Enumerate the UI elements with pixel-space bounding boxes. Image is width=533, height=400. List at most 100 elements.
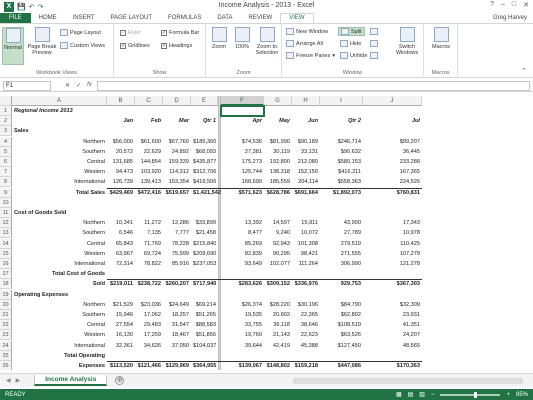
data-cell[interactable]: $1,421,542 [191, 188, 221, 198]
row-header[interactable]: 22 [0, 320, 12, 331]
unhide-button[interactable]: Unhide [340, 52, 367, 59]
row-header[interactable]: 17 [0, 269, 12, 280]
row-label-cell[interactable]: Northern [12, 300, 107, 310]
data-cell[interactable]: 33,755 [221, 320, 264, 330]
data-cell[interactable]: 98,421 [292, 249, 320, 259]
data-cell[interactable]: 6,546 [107, 228, 135, 238]
data-cell[interactable]: 15,946 [107, 310, 135, 320]
column-header-e[interactable]: E [191, 96, 218, 106]
data-cell[interactable]: $336,976 [292, 279, 320, 289]
data-cell[interactable] [292, 269, 320, 279]
data-cell[interactable]: $219,011 [107, 279, 135, 289]
data-cell[interactable]: 23,931 [363, 310, 422, 320]
page-break-status-icon[interactable]: ▥ [419, 391, 425, 398]
data-cell[interactable]: 11,272 [135, 218, 163, 228]
cancel-icon[interactable]: ✕ [65, 82, 70, 89]
data-cell[interactable]: $127,450 [320, 341, 363, 351]
normal-view-status-icon[interactable]: ▦ [396, 391, 402, 398]
formula-input[interactable] [96, 80, 530, 91]
horizontal-scrollbar[interactable] [293, 377, 523, 384]
data-cell[interactable] [264, 351, 292, 361]
data-cell[interactable] [163, 198, 191, 208]
row-header[interactable]: 19 [0, 289, 12, 300]
undo-icon[interactable]: ↶ [29, 3, 35, 11]
tab-home[interactable]: HOME [31, 13, 65, 23]
data-cell[interactable]: 19,760 [221, 330, 264, 340]
data-cell[interactable] [221, 290, 264, 300]
column-header-b[interactable]: B [107, 96, 135, 106]
data-cell[interactable]: $104,037 [191, 341, 218, 351]
column-header-c[interactable]: C [135, 96, 163, 106]
data-cell[interactable]: $61,600 [135, 137, 163, 147]
data-cell[interactable]: $209,690 [191, 249, 218, 259]
data-cell[interactable]: $429,469 [107, 188, 135, 198]
data-cell[interactable] [163, 269, 191, 279]
data-cell[interactable]: 65,843 [107, 239, 135, 249]
row-header[interactable]: 21 [0, 310, 12, 320]
data-cell[interactable] [135, 351, 163, 361]
data-cell[interactable] [191, 126, 218, 136]
data-cell[interactable] [320, 106, 363, 116]
data-cell[interactable] [221, 269, 264, 279]
data-cell[interactable]: $238,722 [135, 279, 163, 289]
data-cell[interactable] [107, 126, 135, 136]
data-cell[interactable]: 36,445 [363, 147, 422, 157]
data-cell[interactable]: 36,118 [264, 320, 292, 330]
data-cell[interactable]: $84,790 [320, 300, 363, 310]
data-cell[interactable]: 167,365 [363, 167, 422, 177]
formula-bar-checkbox[interactable]: ✓ Formula Bar [161, 30, 199, 36]
data-cell[interactable]: $419,506 [191, 177, 218, 187]
data-cell[interactable]: $237,053 [191, 259, 218, 269]
data-cell[interactable] [264, 106, 292, 116]
data-cell[interactable]: 212,080 [292, 157, 320, 167]
add-sheet-icon[interactable]: ⊕ [115, 376, 125, 385]
row-label-cell[interactable]: Sold [12, 279, 107, 289]
data-cell[interactable] [292, 106, 320, 116]
data-cell[interactable] [221, 126, 264, 136]
data-cell[interactable]: 29,483 [135, 320, 163, 330]
row-header[interactable]: 13 [0, 228, 12, 239]
data-cell[interactable]: $121,466 [135, 361, 163, 370]
data-cell[interactable]: 92,943 [264, 239, 292, 249]
data-cell[interactable]: $56,000 [107, 137, 135, 147]
maximize-button[interactable]: □ [512, 1, 516, 9]
data-cell[interactable]: Jul [363, 116, 422, 126]
data-cell[interactable]: $435,877 [191, 157, 218, 167]
data-cell[interactable] [363, 198, 422, 208]
row-label-cell[interactable]: Sales [12, 126, 107, 136]
data-cell[interactable] [221, 198, 264, 208]
data-cell[interactable]: $170,363 [363, 361, 422, 370]
data-cell[interactable]: 10,072 [292, 228, 320, 238]
data-cell[interactable]: 13,392 [221, 218, 264, 228]
data-cell[interactable]: $283,626 [221, 279, 264, 289]
data-cell[interactable] [163, 208, 191, 218]
gridlines-checkbox[interactable]: ✓ Gridlines [120, 43, 150, 49]
data-cell[interactable]: 7,777 [163, 228, 191, 238]
data-cell[interactable]: $51,265 [191, 310, 218, 320]
sheet-next-icon[interactable]: ▶ [16, 377, 21, 384]
row-label-cell[interactable]: Western [12, 167, 107, 177]
worksheet-grid[interactable]: A B C D E F G H I J 1 Regional Income 2013 2 Jan Feb Ma… [0, 96, 533, 370]
row-label-cell[interactable]: Regional Income 2013 [12, 106, 107, 116]
data-cell[interactable] [320, 351, 363, 361]
data-cell[interactable] [135, 269, 163, 279]
data-cell[interactable]: 63,967 [107, 249, 135, 259]
data-cell[interactable]: 17,062 [135, 310, 163, 320]
data-cell[interactable]: 24,207 [363, 330, 422, 340]
data-cell[interactable]: May [264, 116, 292, 126]
collapse-ribbon-icon[interactable]: ⌃ [521, 67, 527, 75]
row-label-cell[interactable]: International [12, 177, 107, 187]
data-cell[interactable]: 34,626 [135, 341, 163, 351]
data-cell[interactable]: $23,036 [135, 300, 163, 310]
data-cell[interactable]: $108,519 [320, 320, 363, 330]
data-cell[interactable]: Feb [135, 116, 163, 126]
data-cell[interactable]: 17,343 [363, 218, 422, 228]
data-cell[interactable] [135, 126, 163, 136]
data-cell[interactable]: 126,739 [107, 177, 135, 187]
data-cell[interactable]: 69,724 [135, 249, 163, 259]
column-header-a[interactable]: A [12, 96, 107, 106]
data-cell[interactable]: $571,623 [221, 188, 264, 198]
data-cell[interactable]: 10,978 [363, 228, 422, 238]
column-header-g[interactable]: G [264, 96, 292, 106]
zoom-out-button[interactable]: − [431, 392, 435, 398]
